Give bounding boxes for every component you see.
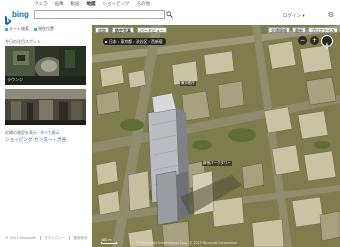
nav-maps[interactable]: 地図 xyxy=(87,1,96,9)
search-field[interactable] xyxy=(34,10,165,29)
related-place-link[interactable]: ショッピング センター・渋谷 xyxy=(5,137,66,143)
zoom-out-button[interactable]: − xyxy=(298,36,307,45)
current-location-label: 現在位置 xyxy=(38,26,54,31)
thumbnail-1[interactable]: ラウンジ xyxy=(5,46,86,85)
nav-web[interactable]: ウェブ xyxy=(34,1,48,9)
poi-label-1[interactable]: 東京都庁 xyxy=(180,81,196,86)
location-breadcrumb-text: 日本 › 東京都 › 渋谷区 › 西新宿 xyxy=(109,39,163,44)
route-search-label: ルート検索 xyxy=(9,26,29,31)
profile-tab[interactable]: プロファイル xyxy=(308,27,338,33)
footer-divider xyxy=(39,236,41,240)
current-location-button[interactable]: 現在位置 xyxy=(34,26,54,32)
map-copyright: © Pictometry International Corp. © 2013 … xyxy=(136,241,237,245)
birds-eye-view-button[interactable]: バードビュー xyxy=(137,27,167,33)
zoom-in-button[interactable]: + xyxy=(310,36,319,45)
footer-privacy-link[interactable]: プライバシー xyxy=(44,236,65,241)
footer-copyright: © 2013 Microsoft xyxy=(5,236,36,240)
nav-shopping[interactable]: ショッピング xyxy=(103,1,130,9)
footer-divider xyxy=(69,236,70,240)
location-icon xyxy=(34,27,37,31)
scale-bar xyxy=(101,242,117,244)
bing-logo[interactable]: bing xyxy=(5,9,29,25)
map-view-toolbar: 道路 航空写真 バードビュー xyxy=(95,27,167,33)
thumbnail-2[interactable] xyxy=(5,89,86,125)
aerial-view-button[interactable]: 航空写真 xyxy=(112,27,134,33)
aerial-imagery xyxy=(92,25,340,247)
poi-label-2[interactable]: 新宿パークタワー xyxy=(202,161,232,166)
thumbnail-1-caption: ラウンジ xyxy=(7,77,23,82)
location-breadcrumb[interactable]: 日本 › 東京都 › 渋谷区 › 西新宿 xyxy=(103,38,166,45)
see-all-link[interactable]: すべて表示 xyxy=(40,130,60,136)
top-navigation: ウェブ 画像 動画 地図 ショッピング その他 xyxy=(34,1,150,9)
location-dot-icon xyxy=(105,40,107,43)
nav-images[interactable]: 画像 xyxy=(55,1,64,9)
bing-logo-text: bing xyxy=(12,9,29,19)
route-icon xyxy=(5,27,8,31)
map-view[interactable]: 東京都庁 新宿パークタワー xyxy=(92,25,340,247)
map-scale: 100 m xyxy=(101,238,117,244)
search-icon xyxy=(165,11,173,18)
map-layer-tabs: 交通情報 最新 プロファイル xyxy=(268,27,338,33)
nav-more[interactable]: その他 xyxy=(137,1,151,9)
latest-tab[interactable]: 最新 xyxy=(292,27,306,33)
trending-title: 今日の注目スポット xyxy=(5,39,41,44)
nav-videos[interactable]: 動画 xyxy=(71,1,80,9)
sidebar-actions: ルート検索 現在位置 xyxy=(5,26,54,32)
traffic-tab[interactable]: 交通情報 xyxy=(268,27,290,33)
route-search-button[interactable]: ルート検索 xyxy=(5,26,29,32)
bing-logo-icon xyxy=(5,10,11,25)
search-button[interactable] xyxy=(165,10,173,19)
sign-in-link[interactable]: ログイン ▾ xyxy=(283,13,305,19)
related-places-label: 近隣の施設を表示 すべて表示 xyxy=(5,130,60,136)
compass-icon[interactable] xyxy=(321,35,333,50)
road-view-button[interactable]: 道路 xyxy=(95,27,109,33)
related-places-text: 近隣の施設を表示 xyxy=(5,130,37,135)
gear-icon[interactable]: ⚙ xyxy=(327,11,335,19)
footer-terms-link[interactable]: 使用条件 xyxy=(74,236,88,241)
